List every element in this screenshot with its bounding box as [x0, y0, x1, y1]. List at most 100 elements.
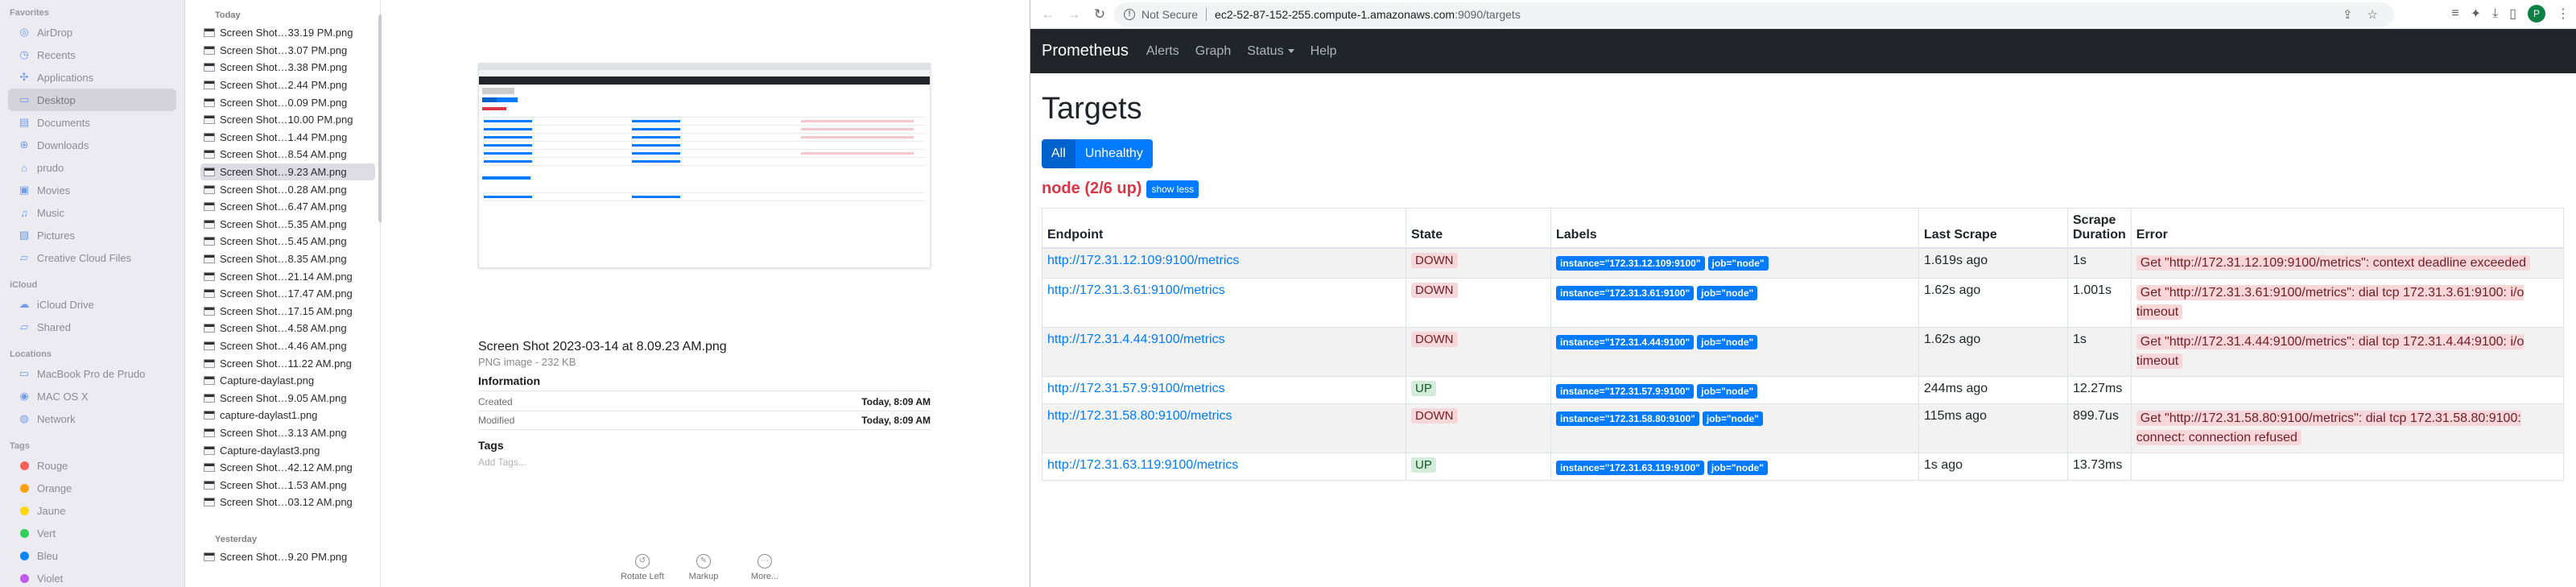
labels-cell: instance="172.31.57.9:9100" job="node" — [1550, 376, 1919, 404]
sidebar-item-bleu[interactable]: Bleu — [8, 544, 176, 567]
image-file-icon — [204, 237, 215, 246]
file-row[interactable]: Screen Shot…11.22 AM.png — [200, 354, 375, 372]
sidebar-item-downloads[interactable]: ⊕ Downloads — [8, 134, 176, 156]
file-row[interactable]: Screen Shot…17.47 AM.png — [200, 285, 375, 303]
sidebar-item-violet[interactable]: Violet — [8, 567, 176, 587]
file-row[interactable]: Screen Shot…5.45 AM.png — [200, 233, 375, 250]
sidebar-item-recents[interactable]: ◷ Recents — [8, 43, 176, 66]
endpoint-link[interactable]: http://172.31.3.61:9100/metrics — [1047, 283, 1225, 297]
markup-button[interactable]: ✎ Markup — [675, 554, 732, 581]
sidebar-item-jaune[interactable]: Jaune — [8, 499, 176, 522]
file-row[interactable]: Screen Shot…8.35 AM.png — [200, 250, 375, 268]
add-tags-field[interactable]: Add Tags... — [478, 457, 526, 468]
column-header: Endpoint — [1042, 208, 1406, 249]
profile-avatar[interactable]: P — [2528, 5, 2545, 23]
filter-unhealthy-button[interactable]: Unhealthy — [1075, 139, 1153, 168]
back-arrow-icon[interactable]: ← — [1038, 5, 1058, 24]
sidebar-item-label: Movies — [37, 184, 71, 196]
address-bar[interactable]: ! Not Secure ec2-52-87-152-255.compute-1… — [1114, 2, 2394, 27]
state-cell: UP — [1406, 376, 1551, 404]
file-row[interactable]: Screen Shot…9.20 PM.png — [200, 548, 375, 566]
sidebar-item-mac-os-x[interactable]: ◉ MAC OS X — [8, 385, 176, 407]
sidebar-item-icloud-drive[interactable]: ☁ iCloud Drive — [8, 293, 176, 316]
file-row[interactable]: Screen Shot…21.14 AM.png — [200, 267, 375, 285]
scrape-duration-cell: 1s — [2067, 327, 2132, 377]
file-row[interactable]: Screen Shot…3.07 PM.png — [200, 42, 375, 60]
sidebar-item-vert[interactable]: Vert — [8, 522, 176, 544]
sidebar-icon[interactable]: ▯ — [2509, 6, 2516, 22]
show-less-button[interactable]: show less — [1146, 180, 1199, 198]
sidebar-item-macbook-pro-de-prudo[interactable]: ▭ MacBook Pro de Prudo — [8, 362, 176, 385]
file-row[interactable]: Screen Shot…4.46 AM.png — [200, 337, 375, 355]
download-icon[interactable]: ⤓ — [2492, 6, 2498, 21]
sidebar-item-shared[interactable]: ▱ Shared — [8, 316, 176, 338]
tag-color-icon — [18, 482, 31, 494]
rotate-left-button[interactable]: ↺ Rotate Left — [614, 554, 671, 581]
file-row[interactable]: Screen Shot…8.54 AM.png — [200, 146, 375, 163]
file-row[interactable]: Screen Shot…6.47 AM.png — [200, 198, 375, 216]
nav-alerts[interactable]: Alerts — [1146, 44, 1179, 59]
reload-icon[interactable]: ↻ — [1090, 5, 1109, 24]
sidebar-item-applications[interactable]: ✣ Applications — [8, 66, 176, 89]
file-row[interactable]: Screen Shot…0.09 PM.png — [200, 93, 375, 111]
file-row[interactable]: Screen Shot…3.13 AM.png — [200, 424, 375, 442]
sidebar-item-prudo[interactable]: ⌂ prudo — [8, 156, 176, 179]
file-row[interactable]: capture-daylast1.png — [200, 407, 375, 424]
sidebar-item-airdrop[interactable]: ◎ AirDrop — [8, 21, 176, 43]
reading-list-icon[interactable]: ≡ — [2451, 6, 2458, 21]
nav-help[interactable]: Help — [1311, 44, 1337, 59]
nav-graph[interactable]: Graph — [1195, 44, 1231, 59]
network-icon: ◍ — [19, 412, 29, 424]
endpoint-link[interactable]: http://172.31.12.109:9100/metrics — [1047, 254, 1239, 267]
job-title[interactable]: node (2/6 up) — [1042, 180, 1141, 198]
extensions-icon[interactable]: ✦ — [2471, 6, 2481, 22]
file-row[interactable]: Screen Shot…1.44 PM.png — [200, 129, 375, 147]
file-row[interactable]: Screen Shot…42.12 AM.png — [200, 459, 375, 477]
file-row[interactable]: Screen Shot…17.15 AM.png — [200, 303, 375, 320]
bookmark-star-icon[interactable]: ☆ — [2368, 7, 2378, 22]
file-row[interactable]: Capture-daylast.png — [200, 372, 375, 390]
more-button[interactable]: ⋯ More... — [737, 554, 793, 581]
tag-color-icon — [18, 549, 31, 562]
file-row[interactable]: Capture-daylast3.png — [200, 441, 375, 459]
brand-link[interactable]: Prometheus — [1042, 42, 1129, 60]
endpoint-link[interactable]: http://172.31.4.44:9100/metrics — [1047, 333, 1225, 346]
filter-all-button[interactable]: All — [1042, 139, 1075, 168]
file-row[interactable]: Screen Shot…9.05 AM.png — [200, 389, 375, 407]
file-name: Screen Shot…3.07 PM.png — [220, 43, 348, 56]
file-row[interactable]: Screen Shot…33.19 PM.png — [200, 24, 375, 42]
state-cell: DOWN — [1406, 247, 1551, 279]
sidebar-item-label: Pictures — [37, 229, 75, 242]
sidebar-item-label: Shared — [37, 320, 71, 333]
created-value: Today, 8:09 AM — [861, 396, 931, 407]
sidebar-item-rouge[interactable]: Rouge — [8, 454, 176, 477]
forward-arrow-icon[interactable]: → — [1064, 5, 1084, 24]
endpoint-link[interactable]: http://172.31.63.119:9100/metrics — [1047, 458, 1238, 472]
share-icon[interactable]: ⇪ — [2343, 7, 2353, 22]
endpoint-link[interactable]: http://172.31.58.80:9100/metrics — [1047, 409, 1232, 423]
file-row[interactable]: Screen Shot…1.53 AM.png — [200, 476, 375, 494]
file-row[interactable]: Screen Shot…4.58 AM.png — [200, 320, 375, 337]
file-row[interactable]: Screen Shot…2.44 PM.png — [200, 76, 375, 94]
endpoint-link[interactable]: http://172.31.57.9:9100/metrics — [1047, 382, 1225, 395]
menu-icon[interactable]: ⋮ — [2557, 6, 2570, 22]
file-row[interactable]: Screen Shot…10.00 PM.png — [200, 111, 375, 129]
finder-sidebar: Favorites ◎ AirDrop ◷ Recents ✣ Applications ▭ D… — [0, 0, 185, 587]
sidebar-item-network[interactable]: ◍ Network — [8, 407, 176, 430]
sidebar-item-pictures[interactable]: ▨ Pictures — [8, 224, 176, 246]
file-row[interactable]: Screen Shot…3.38 PM.png — [200, 59, 375, 76]
file-name: Capture-daylast3.png — [220, 444, 320, 457]
sidebar-item-movies[interactable]: ▣ Movies — [8, 179, 176, 201]
file-row[interactable]: Screen Shot…0.28 AM.png — [200, 180, 375, 198]
nav-status[interactable]: Status — [1247, 44, 1294, 59]
sidebar-item-orange[interactable]: Orange — [8, 477, 176, 499]
sidebar-item-music[interactable]: ♫ Music — [8, 201, 176, 224]
sidebar-item-creative-cloud-files[interactable]: ▱ Creative Cloud Files — [8, 246, 176, 269]
sidebar-item-documents[interactable]: ▤ Documents — [8, 111, 176, 134]
file-row[interactable]: Screen Shot…03.12 AM.png — [200, 494, 375, 511]
file-row[interactable]: Screen Shot…9.23 AM.png — [200, 163, 375, 181]
sidebar-item-desktop[interactable]: ▭ Desktop — [8, 89, 176, 111]
file-row[interactable]: Screen Shot…5.35 AM.png — [200, 216, 375, 234]
file-name: Screen Shot…10.00 PM.png — [220, 114, 353, 126]
label-badge: job="node" — [1702, 411, 1763, 426]
